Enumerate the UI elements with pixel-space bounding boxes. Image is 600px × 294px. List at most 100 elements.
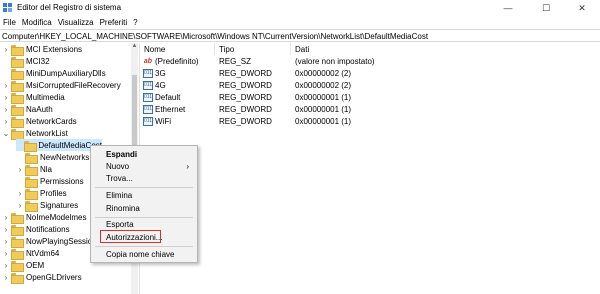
folder-icon <box>11 68 24 80</box>
menu-separator <box>95 246 193 247</box>
folder-icon <box>11 104 24 116</box>
folder-icon <box>11 224 24 236</box>
chevron-down-icon[interactable]: ⌄ <box>2 129 10 138</box>
list-item[interactable]: 011 4G REG_DWORD 0x00000002 (2) <box>140 80 600 91</box>
menu-item-expand[interactable]: Espandi <box>91 149 197 161</box>
tree-item[interactable]: MiniDumpAuxiliaryDlls <box>2 67 106 80</box>
chevron-right-icon[interactable]: › <box>2 93 10 102</box>
tree-item-label: MCI32 <box>26 56 50 66</box>
folder-icon <box>11 56 24 68</box>
chevron-right-icon[interactable]: › <box>16 165 24 174</box>
chevron-right-icon[interactable]: › <box>2 105 10 114</box>
list-item[interactable]: ab (Predefinito) REG_SZ (valore non impo… <box>140 56 600 67</box>
list-header: Nome Tipo Dati <box>140 43 600 55</box>
menu-separator <box>95 187 193 188</box>
menu-preferiti[interactable]: Preferiti <box>97 16 131 28</box>
tree-item[interactable]: Permissions <box>16 175 84 188</box>
tree-item-label: Notifications <box>26 224 70 234</box>
menu-file[interactable]: File <box>0 16 19 28</box>
menu-item-delete[interactable]: Elimina <box>91 190 197 202</box>
column-header-data[interactable]: Dati <box>295 45 309 54</box>
tree-item[interactable]: › NetworkCards <box>2 115 77 128</box>
folder-icon <box>25 200 38 212</box>
menu-help[interactable]: ? <box>130 16 140 28</box>
value-data: 0x00000001 (1) <box>295 105 352 114</box>
tree-item-label: Profiles <box>40 188 67 198</box>
window-title: Editor del Registro di sistema <box>17 3 122 12</box>
maximize-button[interactable]: ☐ <box>528 0 564 16</box>
tree-item[interactable]: › NtVdm64 <box>2 247 59 260</box>
tree-item[interactable]: MCI32 <box>2 55 50 68</box>
column-header-name[interactable]: Nome <box>144 45 165 54</box>
tree-item[interactable]: › Notifications <box>2 223 70 236</box>
chevron-right-icon: › <box>186 162 189 171</box>
tree-item-label: OEM <box>26 260 45 270</box>
value-name: Default <box>155 93 181 102</box>
folder-icon <box>11 92 24 104</box>
chevron-right-icon[interactable]: › <box>2 273 10 282</box>
tree-item-label: Nla <box>40 164 53 174</box>
menu-separator <box>95 217 193 218</box>
value-type: REG_DWORD <box>219 81 272 90</box>
folder-icon <box>11 236 24 248</box>
menu-item-rename[interactable]: Rinomina <box>91 203 197 215</box>
tree-item[interactable]: › Profiles <box>16 187 67 200</box>
folder-icon <box>11 116 24 128</box>
tree-item[interactable]: › NoImeModelmes <box>2 211 87 224</box>
value-data: 0x00000001 (1) <box>295 93 352 102</box>
chevron-right-icon[interactable]: › <box>2 213 10 222</box>
value-type: REG_DWORD <box>219 93 272 102</box>
chevron-right-icon[interactable]: › <box>2 45 10 54</box>
tree-item[interactable]: › OpenGLDrivers <box>2 271 82 284</box>
tree-item-label: MCI Extensions <box>26 44 83 54</box>
tree-item[interactable]: › OEM <box>2 259 45 272</box>
list-item[interactable]: 011 3G REG_DWORD 0x00000002 (2) <box>140 68 600 79</box>
folder-icon <box>25 176 38 188</box>
column-separator[interactable] <box>290 43 291 55</box>
close-button[interactable]: ✕ <box>564 0 600 16</box>
value-list: Nome Tipo Dati ab (Predefinito) REG_SZ (… <box>140 43 600 294</box>
tree-item-label: OpenGLDrivers <box>26 272 82 282</box>
list-item[interactable]: 011 WiFi REG_DWORD 0x00000001 (1) <box>140 116 600 127</box>
tree-item[interactable]: › NaAuth <box>2 103 53 116</box>
binary-value-icon: 011 <box>143 105 153 114</box>
chevron-right-icon[interactable]: › <box>16 189 24 198</box>
menu-item-find[interactable]: Trova... <box>91 173 197 185</box>
chevron-right-icon[interactable]: › <box>16 201 24 210</box>
chevron-right-icon[interactable]: › <box>2 237 10 246</box>
tree-item[interactable]: › MCI Extensions <box>2 43 83 56</box>
column-separator[interactable] <box>214 43 215 55</box>
list-item[interactable]: 011 Ethernet REG_DWORD 0x00000001 (1) <box>140 104 600 115</box>
value-data: 0x00000001 (1) <box>295 117 352 126</box>
tree-item-label: Permissions <box>40 176 84 186</box>
menu-item-copy-key-name[interactable]: Copia nome chiave <box>91 249 197 261</box>
list-item[interactable]: 011 Default REG_DWORD 0x00000001 (1) <box>140 92 600 103</box>
tree-item[interactable]: › Nla <box>16 163 53 176</box>
chevron-right-icon[interactable]: › <box>2 81 10 90</box>
chevron-right-icon[interactable]: › <box>2 249 10 258</box>
tree-item[interactable]: › MsiCorruptedFileRecovery <box>2 79 121 92</box>
tree-item[interactable]: ⌄ NetworkList <box>2 127 68 140</box>
value-type: REG_DWORD <box>219 105 272 114</box>
value-type: REG_DWORD <box>219 69 272 78</box>
value-name: 4G <box>155 81 166 90</box>
minimize-button[interactable]: — <box>490 0 526 16</box>
string-value-icon: ab <box>143 58 153 65</box>
chevron-right-icon[interactable]: › <box>2 117 10 126</box>
menu-visualizza[interactable]: Visualizza <box>55 16 97 28</box>
tree-item[interactable]: › Signatures <box>16 199 78 212</box>
tree-item[interactable]: › NowPlayingSessio <box>2 235 93 248</box>
binary-value-icon: 011 <box>143 69 153 78</box>
menu-item-new[interactable]: Nuovo › <box>91 161 197 173</box>
tree-item-label: NowPlayingSessio <box>26 236 93 246</box>
tree-item-label: NoImeModelmes <box>26 212 87 222</box>
tree-item[interactable]: NewNetworks <box>16 151 89 164</box>
menu-modifica[interactable]: Modifica <box>19 16 55 28</box>
scroll-up-icon[interactable]: ▲ <box>131 43 138 51</box>
address-bar[interactable]: Computer\HKEY_LOCAL_MACHINE\SOFTWARE\Mic… <box>0 29 600 42</box>
folder-icon <box>11 212 24 224</box>
chevron-right-icon[interactable]: › <box>2 225 10 234</box>
chevron-right-icon[interactable]: › <box>2 261 10 270</box>
tree-item[interactable]: › Multimedia <box>2 91 65 104</box>
column-header-type[interactable]: Tipo <box>219 45 234 54</box>
